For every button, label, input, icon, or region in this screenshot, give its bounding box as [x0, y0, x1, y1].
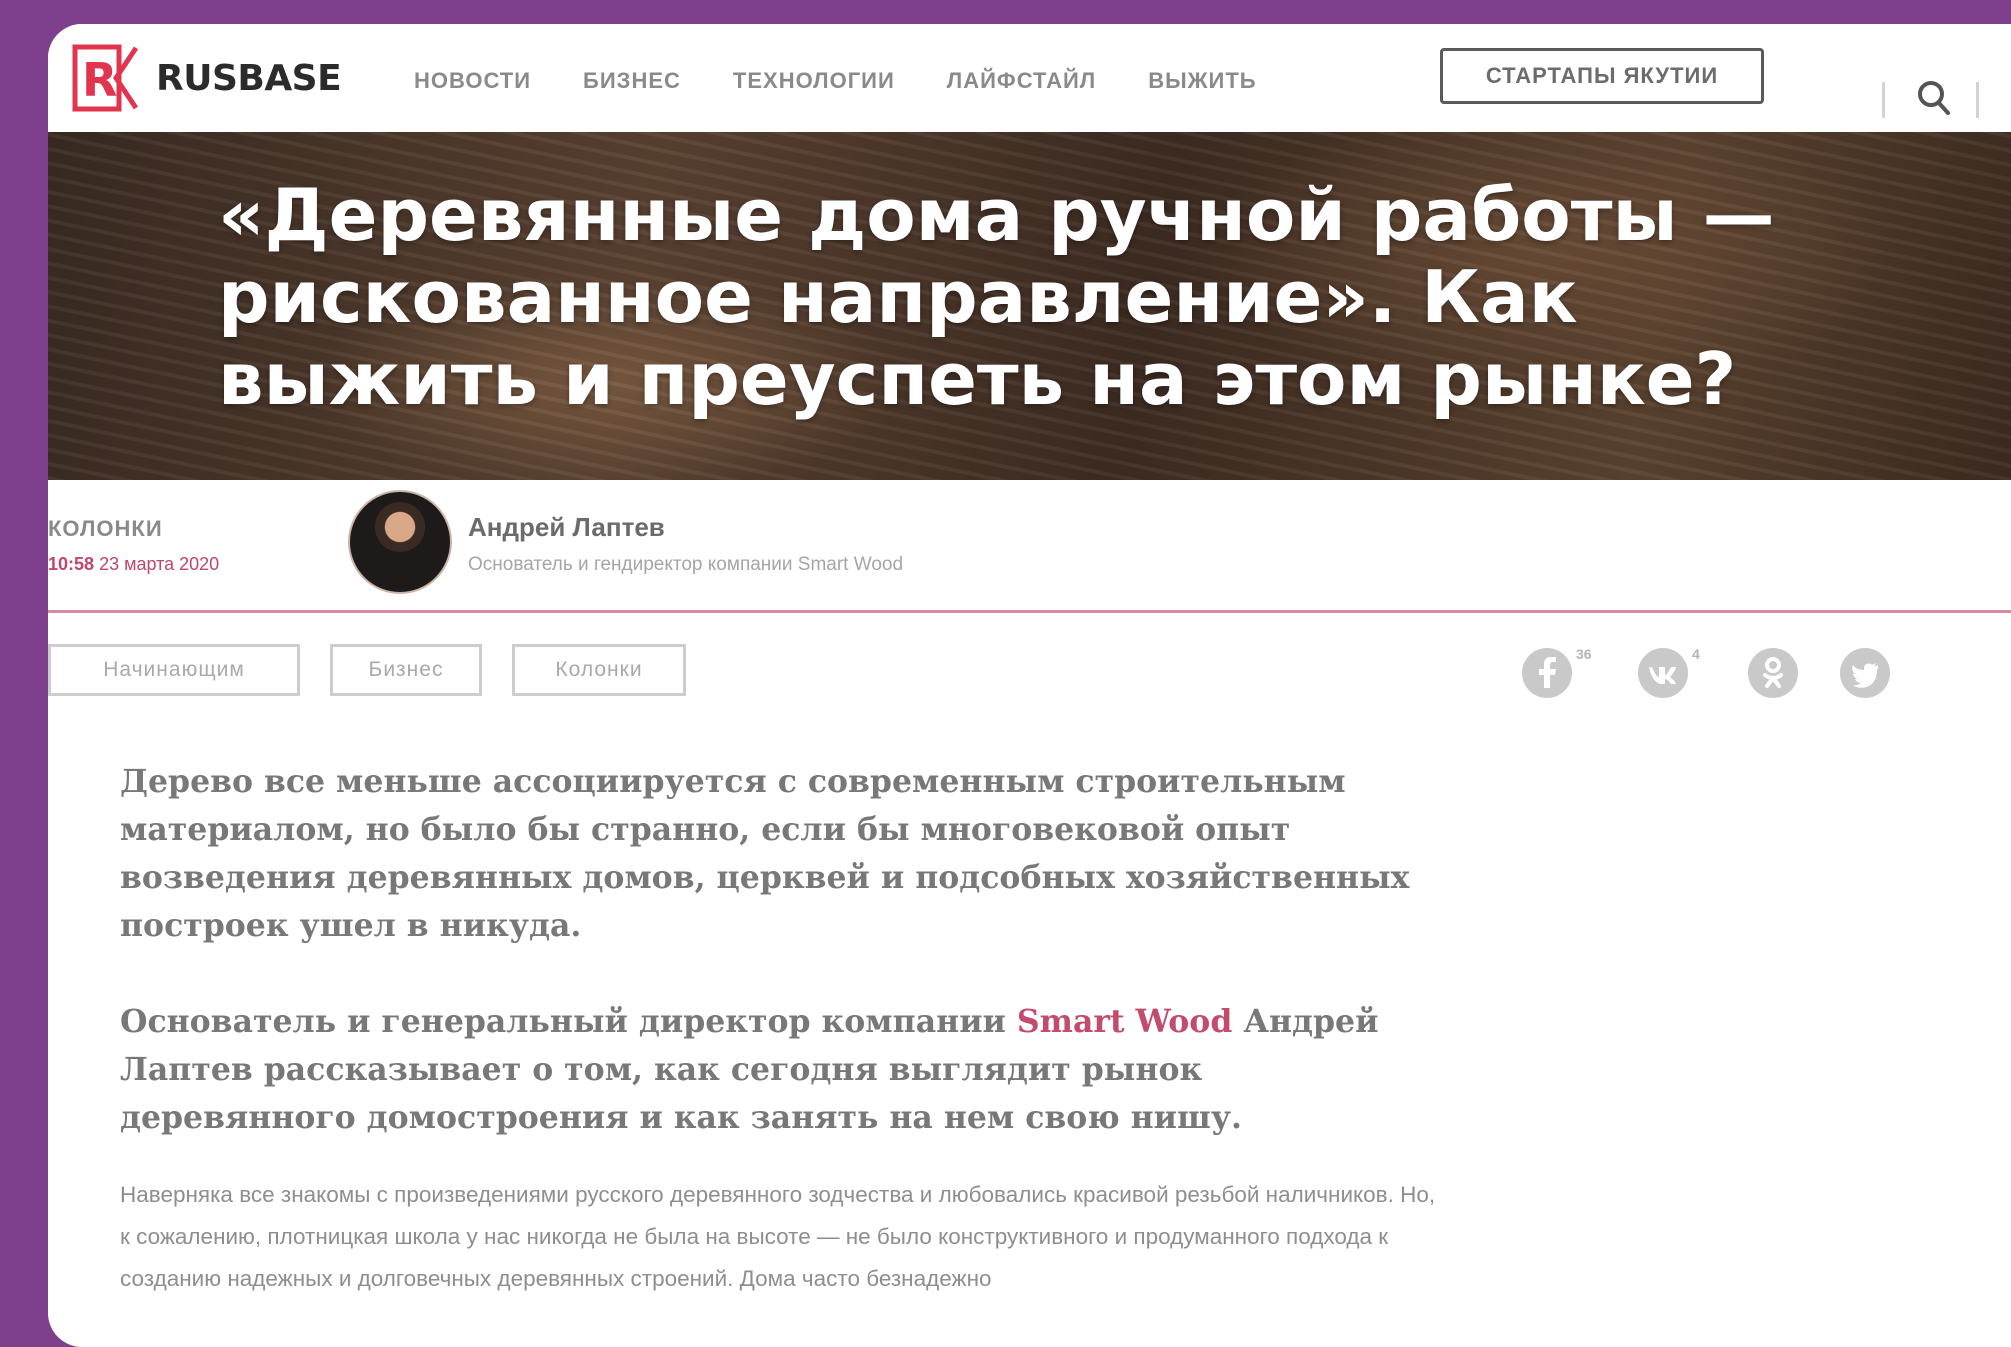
- main-nav: НОВОСТИ БИЗНЕС ТЕХНОЛОГИИ ЛАЙФСТАЙЛ ВЫЖИ…: [414, 68, 1309, 94]
- share-twitter[interactable]: [1840, 648, 1890, 700]
- article-intro-paragraph: Основатель и генеральный директор компан…: [120, 998, 1420, 1142]
- facebook-share-count: 36: [1576, 646, 1592, 662]
- search-icon[interactable]: [1914, 76, 1954, 120]
- browser-page: R RUSBASE НОВОСТИ БИЗНЕС ТЕХНОЛОГИИ ЛАЙФ…: [48, 24, 2011, 1347]
- author-name[interactable]: Андрей Лаптев: [468, 512, 665, 543]
- header-divider: [1882, 82, 1885, 118]
- header-divider: [1976, 82, 1979, 118]
- article-title: «Деревянные дома ручной работы — рискова…: [218, 173, 1775, 421]
- tag-list: Начинающим Бизнес Колонки: [48, 644, 716, 696]
- author-avatar[interactable]: [348, 490, 452, 594]
- meta-divider: [48, 610, 2011, 613]
- nav-item-business[interactable]: БИЗНЕС: [583, 68, 681, 94]
- facebook-icon: [1522, 648, 1572, 698]
- article-body-paragraph: Наверняка все знакомы с произведениями р…: [120, 1182, 1436, 1291]
- article-time: 10:58: [48, 554, 95, 574]
- vk-share-count: 4: [1692, 646, 1700, 662]
- article-datetime: 10:58 23 марта 2020: [48, 554, 219, 575]
- share-vk[interactable]: 4: [1638, 646, 1700, 700]
- vk-icon: [1638, 648, 1688, 698]
- nav-item-technology[interactable]: ТЕХНОЛОГИИ: [733, 68, 895, 94]
- nav-item-survive[interactable]: ВЫЖИТЬ: [1148, 68, 1256, 94]
- article-lead-paragraph: Дерево все меньше ассоциируется с соврем…: [120, 763, 1410, 944]
- intro-text-start: Основатель и генеральный директор компан…: [120, 1003, 1017, 1040]
- company-link[interactable]: Smart Wood: [1017, 1003, 1232, 1040]
- startups-yakutia-button[interactable]: СТАРТАПЫ ЯКУТИИ: [1440, 48, 1764, 104]
- tag-columns[interactable]: Колонки: [512, 644, 686, 696]
- nav-item-news[interactable]: НОВОСТИ: [414, 68, 531, 94]
- rusbase-logo-icon: R: [72, 44, 142, 112]
- tag-business[interactable]: Бизнес: [330, 644, 482, 696]
- tag-beginners[interactable]: Начинающим: [48, 644, 300, 696]
- share-odnoklassniki[interactable]: [1748, 648, 1798, 700]
- article-category[interactable]: КОЛОНКИ: [48, 516, 163, 542]
- twitter-icon: [1840, 648, 1890, 698]
- article-date: 23 марта 2020: [99, 554, 220, 574]
- logo-text: RUSBASE: [156, 57, 342, 99]
- site-header: R RUSBASE НОВОСТИ БИЗНЕС ТЕХНОЛОГИИ ЛАЙФ…: [48, 24, 2011, 132]
- svg-text:R: R: [82, 53, 117, 107]
- author-role: Основатель и гендиректор компании Smart …: [468, 554, 904, 575]
- share-facebook[interactable]: 36: [1522, 646, 1592, 700]
- site-logo[interactable]: R RUSBASE: [72, 44, 342, 112]
- odnoklassniki-icon: [1748, 648, 1798, 698]
- nav-item-lifestyle[interactable]: ЛАЙФСТАЙЛ: [947, 68, 1096, 94]
